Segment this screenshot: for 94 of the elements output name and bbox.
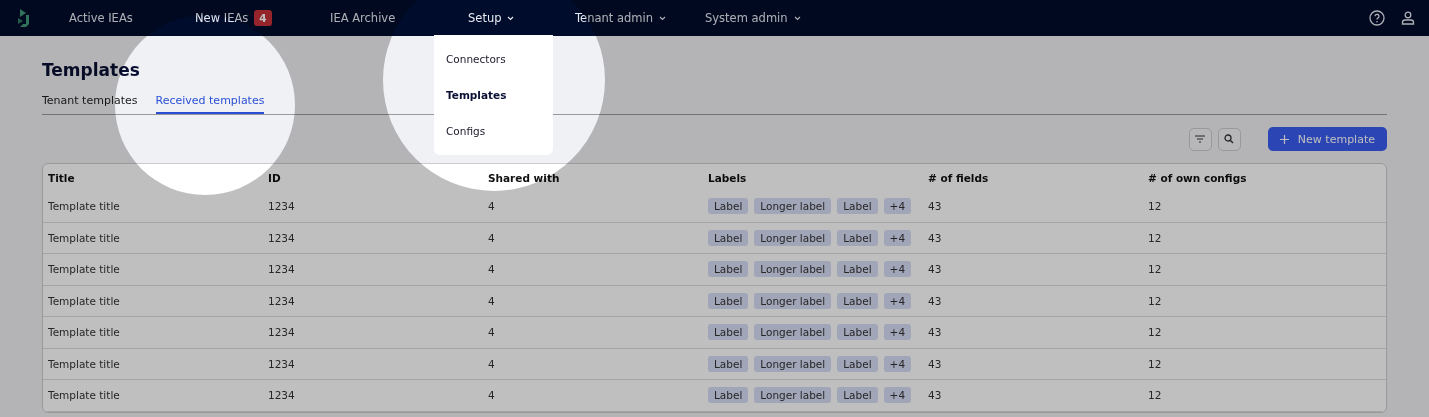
column-header: # of own configs: [1148, 171, 1248, 184]
table-cell-text: 1234: [268, 200, 296, 213]
label-tag: Label: [708, 229, 749, 246]
label-tag: Longer label: [754, 229, 832, 246]
table-cell-text: 1234: [268, 326, 296, 339]
table-cell-text: 12: [1148, 357, 1163, 370]
count-badge: 4: [254, 10, 272, 26]
label-tag: Label: [837, 324, 878, 341]
column-header: Title: [48, 171, 76, 184]
filter-button[interactable]: [1188, 127, 1212, 151]
table-cell-text: 12: [1148, 389, 1163, 402]
table-cell-text: 43: [928, 357, 943, 370]
dropdown-item[interactable]: Configs: [434, 113, 553, 149]
table-cell-text: 12: [1148, 231, 1163, 244]
label-tag: Label: [837, 198, 878, 215]
more-labels-tag: +4: [883, 292, 912, 309]
label-tag: Label: [708, 324, 749, 341]
more-labels-tag: +4: [883, 261, 912, 278]
table-cell-text: 4: [488, 357, 496, 370]
filter-icon: [1195, 135, 1206, 143]
table-cell-text: 1234: [268, 357, 296, 370]
column-header: # of fields: [928, 171, 990, 184]
nav-menu-item[interactable]: IEA Archive: [330, 11, 396, 25]
chevron-down-icon: [658, 15, 666, 21]
nav-menu-item[interactable]: System admin: [705, 11, 801, 25]
plus-icon: [1279, 134, 1289, 144]
label-tag: Label: [837, 355, 878, 372]
more-labels-tag: +4: [883, 355, 912, 372]
table-cell-text: 1234: [268, 389, 296, 402]
label-tag: Label: [708, 261, 749, 278]
new-template-button[interactable]: New template: [1267, 127, 1387, 151]
label-tag: Label: [708, 387, 749, 404]
table-cell-text: 4: [488, 294, 496, 307]
table-cell-text: Template title: [48, 357, 121, 370]
table-cell-text: 43: [928, 326, 943, 339]
table-cell-text: 43: [928, 231, 943, 244]
more-labels-tag: +4: [883, 229, 912, 246]
table-cell-text: 43: [928, 200, 943, 213]
more-labels-tag: +4: [883, 324, 912, 341]
more-labels-tag: +4: [883, 198, 912, 215]
table-cell-text: 4: [488, 231, 496, 244]
label-tag: Label: [837, 229, 878, 246]
dropdown-item[interactable]: Templates: [434, 77, 553, 113]
search-icon: [1224, 134, 1235, 144]
label-tag: Longer label: [754, 198, 832, 215]
chevron-down-icon: [793, 15, 801, 21]
label-tag: Longer label: [754, 355, 832, 372]
label-tag: Label: [708, 355, 749, 372]
table-cell-text: Template title: [48, 294, 121, 307]
table-cell-text: 4: [488, 326, 496, 339]
table-cell-text: Template title: [48, 263, 121, 276]
table-cell-text: Template title: [48, 200, 121, 213]
table-cell-text: 43: [928, 389, 943, 402]
tab[interactable]: Tenant templates: [42, 94, 138, 114]
table-cell-text: Template title: [48, 389, 121, 402]
chevron-down-icon: [507, 15, 515, 21]
label-tag: Label: [837, 387, 878, 404]
label-tag: Longer label: [754, 292, 832, 309]
help-icon[interactable]: [1369, 10, 1385, 26]
column-header: Labels: [708, 171, 748, 184]
table-cell-text: 1234: [268, 231, 296, 244]
table-cell-text: 12: [1148, 200, 1163, 213]
nav-menu-item[interactable]: Tenant admin: [575, 11, 666, 25]
dropdown-item[interactable]: Connectors: [434, 41, 553, 77]
nav-menu-item[interactable]: Setup: [468, 11, 515, 25]
table-cell-text: 4: [488, 389, 496, 402]
table-cell-text: 43: [928, 294, 943, 307]
label-tag: Label: [708, 198, 749, 215]
table-cell-text: 12: [1148, 294, 1163, 307]
table-cell-text: 4: [488, 200, 496, 213]
table-cell-text: 12: [1148, 263, 1163, 276]
table-cell-text: 1234: [268, 263, 296, 276]
table-cell-text: 43: [928, 263, 943, 276]
table-cell-text: 1234: [268, 294, 296, 307]
search-button[interactable]: [1217, 127, 1241, 151]
label-tag: Label: [837, 292, 878, 309]
page-title: Templates: [42, 60, 141, 80]
label-tag: Longer label: [754, 324, 832, 341]
label-tag: Label: [837, 261, 878, 278]
column-header: ID: [268, 171, 282, 184]
table-cell-text: Template title: [48, 326, 121, 339]
label-tag: Label: [708, 292, 749, 309]
more-labels-tag: +4: [883, 387, 912, 404]
table-cell-text: 4: [488, 263, 496, 276]
tab[interactable]: Received templates: [155, 94, 265, 114]
table-cell-text: 12: [1148, 326, 1163, 339]
label-tag: Longer label: [754, 387, 832, 404]
logo-icon: [16, 8, 32, 28]
column-header: Shared with: [488, 171, 561, 184]
nav-menu-item[interactable]: New IEAs 4: [195, 10, 272, 26]
user-icon[interactable]: [1401, 11, 1415, 25]
label-tag: Longer label: [754, 261, 832, 278]
table-cell-text: Template title: [48, 231, 121, 244]
nav-menu-item[interactable]: Active IEAs: [69, 11, 133, 25]
